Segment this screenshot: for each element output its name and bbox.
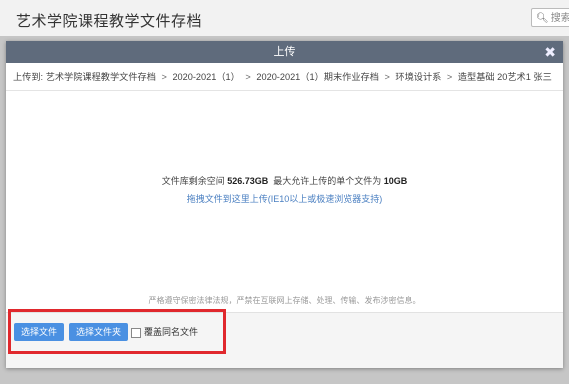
quota-mid: 最大允许上传的单个文件为: [273, 176, 382, 186]
breadcrumb-separator: >: [446, 72, 453, 82]
legal-notice: 严格遵守保密法律法规，严禁在互联网上存储、处理、传输、发布涉密信息。: [148, 296, 421, 305]
dialog-header: 上传 ✖: [6, 41, 563, 63]
breadcrumb: 上传到: 艺术学院课程教学文件存档 > 2020-2021（1） > 2020-…: [6, 63, 563, 91]
search-icon: 🔍︎: [536, 13, 549, 24]
page-title: 艺术学院课程教学文件存档: [16, 13, 203, 30]
quota-max: 10GB: [383, 176, 408, 186]
breadcrumb-item[interactable]: 造型基础 20艺术1 张三: [458, 72, 552, 82]
breadcrumb-label: 上传到:: [13, 72, 44, 82]
breadcrumb-item[interactable]: 2020-2021（1）期末作业存档: [256, 72, 379, 82]
breadcrumb-separator: >: [161, 72, 167, 82]
breadcrumb-item[interactable]: 环境设计系: [395, 72, 441, 82]
drop-zone-hint[interactable]: 拖拽文件到这里上传(IE10以上或极速浏览器支持): [6, 192, 563, 205]
close-icon[interactable]: ✖: [544, 41, 556, 63]
breadcrumb-item[interactable]: 艺术学院课程教学文件存档: [46, 72, 156, 82]
quota-prefix: 文件库剩余空间: [161, 176, 225, 186]
breadcrumb-separator: >: [245, 72, 251, 82]
search-placeholder: 搜索文: [550, 13, 569, 24]
quota-info: 文件库剩余空间 526.73GB 最大允许上传的单个文件为 10GB: [6, 174, 563, 187]
search-input[interactable]: 🔍︎搜索文: [531, 8, 569, 27]
quota-space: 526.73GB: [227, 176, 269, 186]
breadcrumb-separator: >: [384, 72, 390, 82]
dialog-title: 上传: [273, 46, 296, 58]
breadcrumb-item[interactable]: 2020-2021（1）: [172, 72, 239, 82]
highlight-box: [8, 309, 226, 354]
